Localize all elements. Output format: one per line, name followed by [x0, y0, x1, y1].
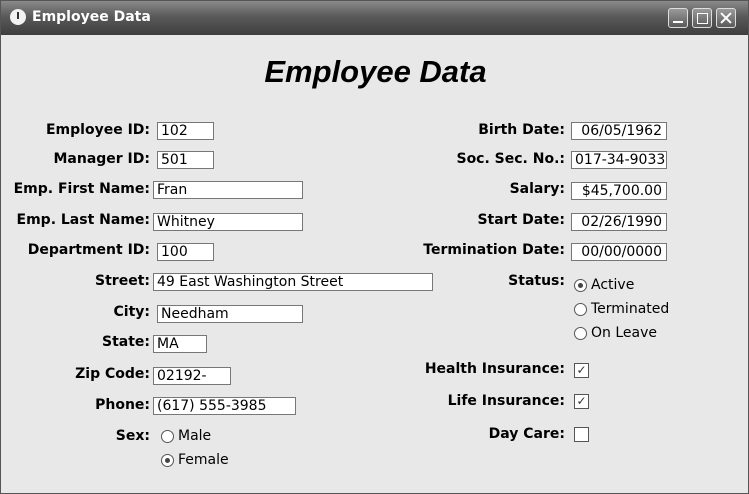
minimize-button[interactable]: [668, 8, 688, 28]
employee-id-field[interactable]: 102: [157, 122, 214, 140]
radio-button[interactable]: [574, 326, 587, 340]
radio-button-selected[interactable]: [161, 453, 174, 467]
birth-date-label: Birth Date:: [478, 122, 565, 138]
sex-option-female-label: Female: [178, 452, 229, 468]
street-label: Street:: [95, 273, 150, 289]
day-care-checkbox[interactable]: [574, 427, 589, 442]
ssn-field[interactable]: 017-34-9033: [571, 151, 667, 169]
birth-date-field[interactable]: 06/05/1962: [571, 122, 667, 140]
form-heading: Employee Data: [264, 54, 487, 89]
health-insurance-checkbox[interactable]: ✓: [574, 363, 589, 378]
radio-button[interactable]: [161, 429, 174, 443]
sex-label: Sex:: [115, 428, 150, 444]
status-option-on-leave-label: On Leave: [591, 325, 657, 341]
salary-field[interactable]: $45,700.00: [571, 182, 667, 200]
sex-option-female[interactable]: Female: [161, 452, 229, 468]
status-option-active-label: Active: [591, 277, 635, 293]
city-field[interactable]: Needham: [157, 305, 303, 323]
close-button[interactable]: [716, 8, 736, 28]
state-field[interactable]: MA: [153, 335, 207, 353]
sex-option-male[interactable]: Male: [161, 428, 211, 444]
radio-button-selected[interactable]: [574, 278, 587, 292]
last-name-label: Emp. Last Name:: [16, 212, 150, 228]
employee-data-window: Employee Data Employee Data Employee ID:…: [0, 0, 749, 494]
day-care-label: Day Care:: [488, 426, 565, 442]
info-icon: [10, 9, 26, 25]
start-date-field[interactable]: 02/26/1990: [571, 213, 667, 231]
first-name-field[interactable]: Fran: [153, 181, 303, 199]
termination-date-field[interactable]: 00/00/0000: [571, 243, 667, 261]
last-name-field[interactable]: Whitney: [153, 213, 303, 231]
department-id-label: Department ID:: [27, 242, 150, 258]
sex-option-male-label: Male: [178, 428, 212, 444]
phone-field[interactable]: (617) 555-3985: [153, 397, 296, 415]
city-label: City:: [113, 304, 151, 320]
street-field[interactable]: 49 East Washington Street: [153, 273, 433, 291]
health-insurance-label: Health Insurance:: [424, 361, 565, 377]
window-title: Employee Data: [32, 9, 151, 25]
status-option-terminated[interactable]: Terminated: [574, 301, 669, 317]
manager-id-label: Manager ID:: [53, 151, 150, 167]
title-bar[interactable]: Employee Data: [1, 1, 748, 35]
zip-code-label: Zip Code:: [75, 366, 150, 382]
start-date-label: Start Date:: [477, 212, 565, 228]
salary-label: Salary:: [509, 181, 565, 197]
status-option-on-leave[interactable]: On Leave: [574, 325, 657, 341]
life-insurance-checkbox[interactable]: ✓: [574, 394, 589, 409]
state-label: State:: [101, 334, 150, 350]
employee-id-label: Employee ID:: [45, 122, 150, 138]
department-id-field[interactable]: 100: [157, 243, 214, 261]
manager-id-field[interactable]: 501: [157, 151, 214, 169]
radio-button[interactable]: [574, 302, 587, 316]
ssn-label: Soc. Sec. No.:: [456, 151, 565, 167]
maximize-button[interactable]: [692, 8, 712, 28]
first-name-label: Emp. First Name:: [13, 181, 150, 197]
status-option-terminated-label: Terminated: [591, 301, 670, 317]
status-option-active[interactable]: Active: [574, 277, 634, 293]
life-insurance-label: Life Insurance:: [447, 393, 565, 409]
phone-label: Phone:: [95, 397, 150, 413]
termination-date-label: Termination Date:: [423, 242, 565, 258]
zip-code-field[interactable]: 02192-: [153, 367, 231, 385]
status-label: Status:: [508, 273, 565, 289]
